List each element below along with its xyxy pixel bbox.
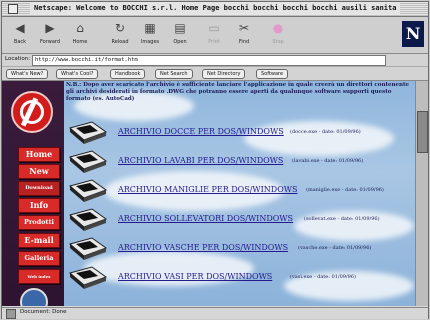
reload-icon: ↻ (114, 21, 126, 35)
archive-link[interactable]: ARCHIVIO VASI PER DOS/WINDOWS (118, 272, 272, 281)
nav-home-button[interactable]: Home (18, 147, 60, 162)
archive-item: ARCHIVIO DOCCE PER DOS/WINDOWS (docce.ex… (68, 120, 408, 148)
archive-item: ARCHIVIO VASI PER DOS/WINDOWS (vasi.exe … (68, 265, 408, 293)
vertical-scrollbar[interactable] (415, 81, 428, 306)
page-content: Home New Download Info Prodotti E-mail G… (2, 81, 416, 306)
browser-window: Netscape: Welcome to BOCCHI s.r.l. Home … (1, 1, 429, 319)
print-icon: ▭ (208, 21, 220, 35)
archive-item: ARCHIVIO LAVABI PER DOS/WINDOWS (lavabi.… (68, 149, 408, 177)
open-icon: ▤ (174, 21, 186, 35)
home-button[interactable]: ⌂ Home (66, 20, 94, 50)
window-title: Netscape: Welcome to BOCCHI s.r.l. Home … (30, 3, 401, 14)
intro-note: N.B.: Dopo aver scaricato l'archivio è s… (66, 82, 410, 102)
archive-meta: (docce.exe - date: 01/09/96) (290, 129, 361, 135)
nav-galleria-button[interactable]: Galleria (18, 251, 60, 266)
floppy-disk-icon (68, 179, 108, 202)
archive-meta: (vasi.exe - date: 01/09/96) (290, 274, 356, 280)
nav-info-button[interactable]: Info (18, 198, 60, 213)
archive-item: ARCHIVIO MANIGLIE PER DOS/WINDOWS (manig… (68, 178, 408, 206)
home-icon: ⌂ (76, 21, 84, 35)
floppy-disk-icon (68, 237, 108, 260)
net-directory-button[interactable]: Net Directory (202, 69, 246, 79)
back-arrow-icon: ◀ (15, 21, 25, 35)
archive-item: ARCHIVIO VASCHE PER DOS/WINDOWS (vasche.… (68, 236, 408, 264)
directory-buttons-bar: What's New? What's Cool? Handbook Net Se… (2, 67, 428, 81)
archive-meta: (vasche.exe - date: 01/09/96) (298, 245, 372, 251)
location-input[interactable]: http://www.bocchi.it/format.htm (32, 55, 386, 66)
forward-arrow-icon: ▶ (45, 21, 55, 35)
bocchi-logo[interactable] (11, 91, 53, 133)
site-sidebar: Home New Download Info Prodotti E-mail G… (2, 81, 64, 306)
find-button[interactable]: ✂ Find (230, 20, 258, 50)
images-icon: ▦ (144, 21, 156, 35)
title-bar[interactable]: Netscape: Welcome to BOCCHI s.r.l. Home … (2, 2, 428, 17)
archive-item: ARCHIVIO SOLLEVATORI DOS/WINDOWS (sollev… (68, 207, 408, 235)
stop-icon: ● (272, 21, 284, 35)
whats-new-button[interactable]: What's New? (6, 69, 49, 79)
forward-button[interactable]: ▶ Forward (36, 20, 64, 50)
archive-link[interactable]: ARCHIVIO MANIGLIE PER DOS/WINDOWS (118, 185, 297, 194)
print-button[interactable]: ▭ Print (200, 20, 228, 50)
nav-new-button[interactable]: New (18, 164, 60, 179)
navigation-toolbar: ◀ Back ▶ Forward ⌂ Home ↻ Reload ▦ Image… (2, 17, 428, 54)
nav-web-index-button[interactable]: Web index (18, 269, 60, 284)
archive-link[interactable]: ARCHIVIO LAVABI PER DOS/WINDOWS (118, 156, 283, 165)
archive-meta: (lavabi.exe - date: 01/09/96) (292, 158, 364, 164)
archive-link[interactable]: ARCHIVIO DOCCE PER DOS/WINDOWS (118, 127, 284, 136)
nav-download-button[interactable]: Download (18, 181, 60, 196)
nav-email-button[interactable]: E-mail (18, 233, 60, 248)
floppy-disk-icon (68, 121, 108, 144)
nav-prodotti-button[interactable]: Prodotti (18, 215, 60, 230)
archive-link[interactable]: ARCHIVIO VASCHE PER DOS/WINDOWS (118, 243, 288, 252)
archive-link[interactable]: ARCHIVIO SOLLEVATORI DOS/WINDOWS (118, 214, 293, 223)
archive-meta: (sollevat.exe - date: 01/09/96) (304, 216, 380, 222)
images-button[interactable]: ▦ Images (136, 20, 164, 50)
scrollbar-thumb[interactable] (417, 111, 428, 153)
floppy-disk-icon (68, 266, 108, 289)
find-icon: ✂ (238, 21, 250, 35)
location-bar: Location: http://www.bocchi.it/format.ht… (2, 54, 428, 67)
software-button[interactable]: Software (256, 69, 289, 79)
whats-cool-button[interactable]: What's Cool? (56, 69, 99, 79)
open-button[interactable]: ▤ Open (166, 20, 194, 50)
reload-button[interactable]: ↻ Reload (106, 20, 134, 50)
status-bar: Document: Done (2, 307, 428, 319)
stop-button[interactable]: ● Stop (264, 20, 292, 50)
net-search-button[interactable]: Net Search (155, 69, 193, 79)
netscape-logo[interactable]: N (402, 21, 424, 47)
location-label: Location: (5, 56, 31, 62)
security-key-icon (6, 309, 16, 319)
floppy-disk-icon (68, 150, 108, 173)
handbook-button[interactable]: Handbook (110, 69, 146, 79)
seal-logo (20, 288, 48, 306)
archive-meta: (maniglie.exe - date: 01/09/96) (306, 187, 384, 193)
status-text: Document: Done (20, 309, 67, 315)
floppy-disk-icon (68, 208, 108, 231)
back-button[interactable]: ◀ Back (6, 20, 34, 50)
close-box-icon[interactable] (8, 4, 18, 14)
